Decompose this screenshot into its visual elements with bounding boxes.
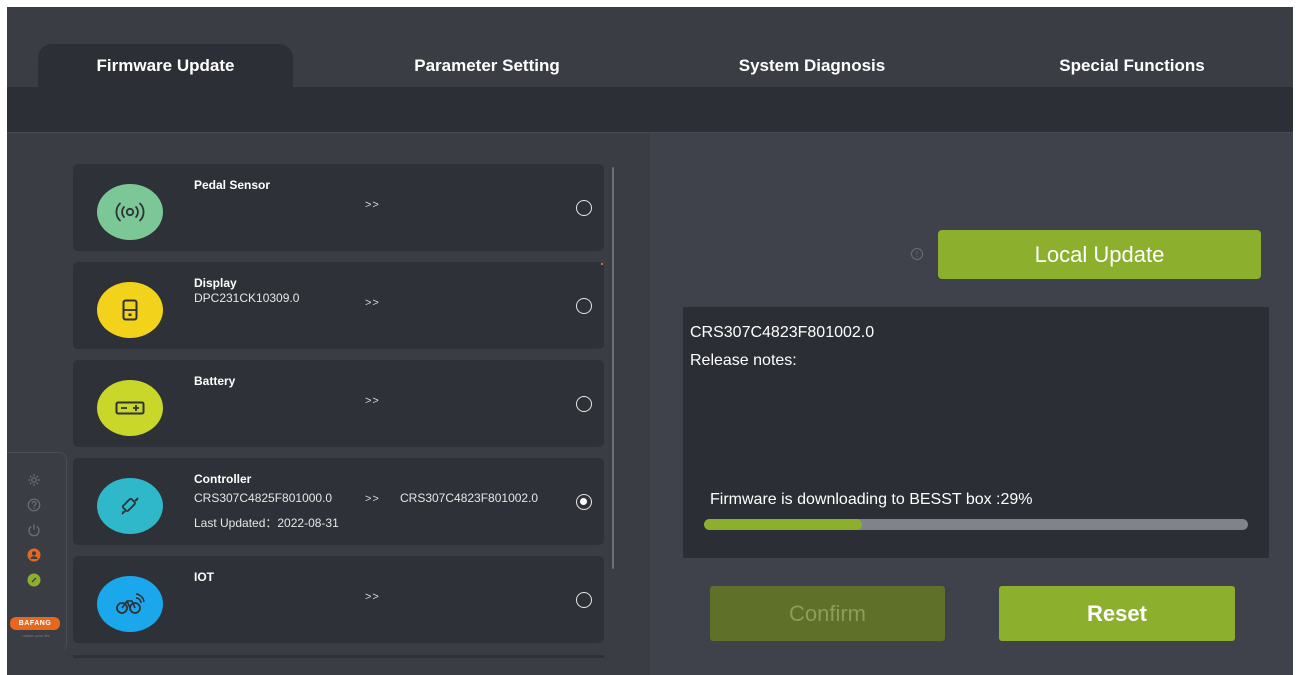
device-card-iot[interactable]: IOT >> (73, 556, 604, 643)
sub-toolbar (7, 87, 1293, 132)
device-name: IOT (194, 570, 214, 584)
tab-bar: Firmware Update Parameter Setting System… (7, 7, 1293, 87)
device-radio[interactable] (576, 298, 592, 314)
device-name: Controller (194, 472, 252, 486)
device-radio[interactable] (576, 396, 592, 412)
next-card-edge (73, 655, 604, 658)
device-name: Display (194, 276, 237, 290)
tab-special-functions[interactable]: Special Functions (1007, 44, 1257, 87)
release-notes-box: CRS307C4823F801002.0 Release notes: Firm… (683, 307, 1269, 558)
progress-status-text: Firmware is downloading to BESST box :29… (710, 491, 1033, 508)
device-version: CRS307C4825F801000.0 (194, 491, 333, 505)
device-card-controller[interactable]: Controller CRS307C4825F801000.0 >> CRS30… (73, 458, 604, 545)
bike-iot-icon (97, 576, 163, 632)
device-name: Pedal Sensor (194, 178, 271, 192)
target-version: CRS307C4823F801002.0 (400, 491, 539, 505)
battery-icon (97, 380, 163, 436)
marker-dot (601, 263, 603, 265)
device-list-scrollbar[interactable] (612, 167, 614, 569)
update-arrow: >> (365, 395, 380, 407)
confirm-button[interactable]: Confirm (710, 586, 945, 641)
tab-parameter-setting[interactable]: Parameter Setting (362, 44, 612, 87)
update-arrow: >> (365, 199, 380, 211)
device-radio[interactable] (576, 200, 592, 216)
progress-bar-fill (704, 519, 862, 530)
release-notes-label: Release notes: (690, 352, 797, 369)
bafang-tagline: motion your life (22, 633, 50, 638)
reset-button[interactable]: Reset (999, 586, 1235, 641)
power-icon[interactable] (27, 523, 41, 537)
controller-icon (97, 478, 163, 534)
display-icon (97, 282, 163, 338)
device-version: DPC231CK10309.0 (194, 291, 300, 305)
signal-icon (97, 184, 163, 240)
progress-bar (704, 519, 1248, 530)
device-radio[interactable] (576, 494, 592, 510)
firmware-version: CRS307C4823F801002.0 (690, 324, 875, 341)
device-card-pedal-sensor[interactable]: Pedal Sensor >> (73, 164, 604, 251)
device-card-battery[interactable]: Battery >> (73, 360, 604, 447)
device-card-display[interactable]: Display DPC231CK10309.0 >> (73, 262, 604, 349)
user-icon[interactable] (27, 548, 41, 562)
settings-icon[interactable] (27, 473, 41, 487)
device-radio[interactable] (576, 592, 592, 608)
update-arrow: >> (365, 493, 380, 505)
help-icon[interactable] (27, 498, 41, 512)
local-update-button[interactable]: Local Update (938, 230, 1261, 279)
tab-system-diagnosis[interactable]: System Diagnosis (687, 44, 937, 87)
device-name: Battery (194, 374, 236, 388)
update-arrow: >> (365, 591, 380, 603)
update-arrow: >> (365, 297, 380, 309)
link-icon[interactable] (27, 573, 41, 587)
last-updated: Last Updated：2022-08-31 (194, 516, 339, 530)
info-icon[interactable]: ! (911, 248, 923, 260)
bafang-logo: BAFANG (10, 617, 60, 630)
tab-firmware-update[interactable]: Firmware Update (38, 44, 293, 87)
besst-app-window: Firmware Update Parameter Setting System… (7, 7, 1293, 675)
